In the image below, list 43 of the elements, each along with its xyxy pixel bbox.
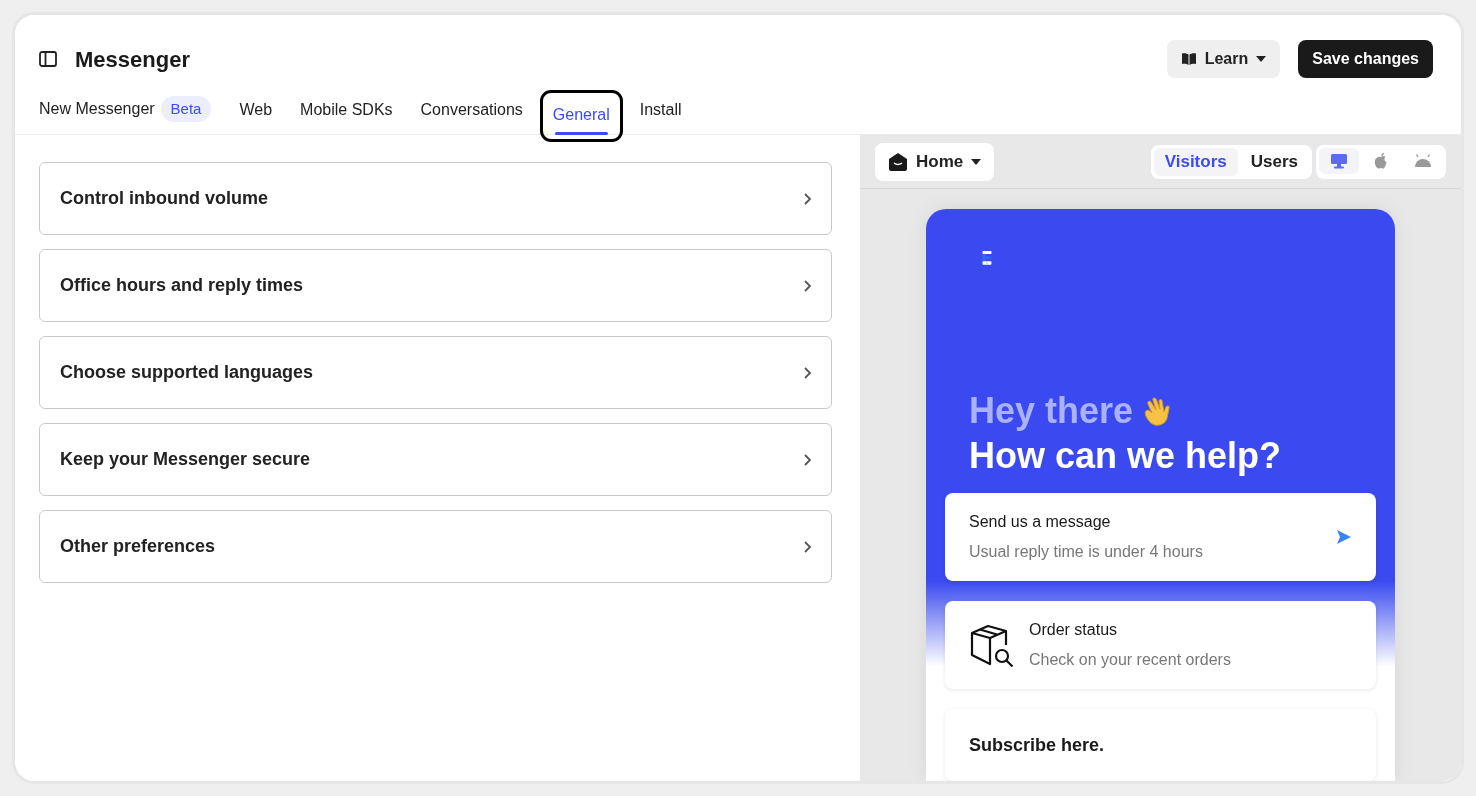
settings-row[interactable]: Other preferences <box>39 510 832 583</box>
messenger-card[interactable]: Order status Check on your recent orders <box>945 601 1376 689</box>
page-title: Messenger <box>75 45 190 74</box>
settings-row[interactable]: Office hours and reply times <box>39 249 832 322</box>
chevron-right-icon <box>803 279 811 292</box>
caret-icon <box>971 158 982 165</box>
messenger-card[interactable]: Send us a message Usual reply time is under 4 hours <box>945 493 1376 581</box>
send-icon <box>1336 529 1352 545</box>
tab[interactable]: Install <box>629 88 692 134</box>
audience-tab[interactable]: Visitors <box>1153 147 1238 176</box>
card-subtitle: Check on your recent orders <box>1029 650 1232 670</box>
android-icon <box>1413 153 1433 168</box>
settings-row[interactable]: Choose supported languages <box>39 336 832 409</box>
chevron-right-icon <box>803 192 811 205</box>
settings-row[interactable]: Keep your Messenger secure <box>39 423 832 496</box>
card-title: Order status <box>1029 620 1119 640</box>
card-title: Subscribe here. <box>969 733 1106 757</box>
chevron-right-icon <box>803 540 811 553</box>
tab[interactable]: New Messenger Beta <box>29 85 222 134</box>
tab[interactable]: Mobile SDKs <box>290 88 403 134</box>
chevron-right-icon <box>803 453 811 466</box>
settings-row[interactable]: Control inbound volume <box>39 162 832 235</box>
tab[interactable]: Web <box>229 88 283 134</box>
learn-button[interactable]: Learn <box>1166 40 1281 78</box>
platform-tab[interactable] <box>1319 147 1359 174</box>
chevron-right-icon <box>803 366 811 379</box>
save-button[interactable]: Save changes <box>1298 40 1433 78</box>
audience-tab[interactable]: Users <box>1239 147 1309 176</box>
monitor-icon <box>1330 152 1348 169</box>
page-select[interactable]: Home <box>875 142 995 181</box>
house-smile-icon <box>888 152 908 171</box>
book-icon <box>1180 52 1197 66</box>
caret-icon <box>1256 56 1267 62</box>
card-title: Send us a message <box>969 512 1112 532</box>
beta-badge: Beta <box>160 95 212 122</box>
card-subtitle: Usual reply time is under 4 hours <box>969 542 1204 562</box>
apple-icon <box>1373 151 1389 170</box>
messenger-card[interactable]: Subscribe here. <box>945 709 1376 781</box>
tab[interactable]: General <box>542 93 620 139</box>
headline-text: How can we help? <box>968 434 1283 478</box>
greeting-text: Hey there <box>969 389 1134 433</box>
sidebar-toggle-icon[interactable] <box>39 51 57 67</box>
tab[interactable]: Conversations <box>410 88 533 134</box>
